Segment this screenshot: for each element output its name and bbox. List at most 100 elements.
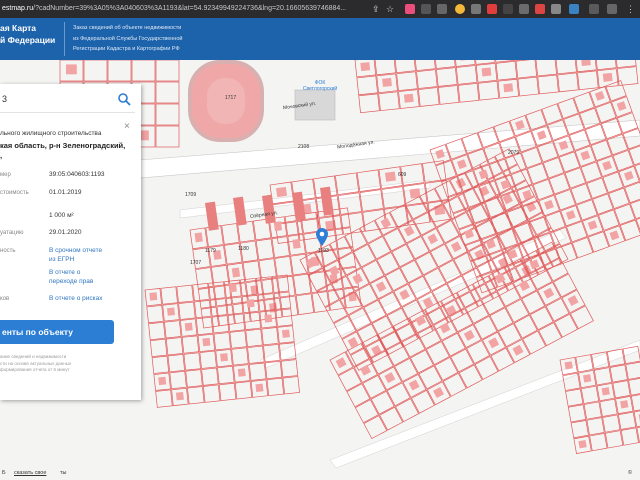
parcel-outline[interactable] [481, 196, 505, 220]
extension-icon-13[interactable] [607, 4, 617, 14]
parcel-outline[interactable] [441, 332, 466, 357]
parcel-outline[interactable] [617, 411, 637, 430]
parcel-outline[interactable] [612, 380, 631, 399]
parcel-outline[interactable] [565, 388, 584, 407]
parcel-label-e[interactable]: 2079 [508, 150, 519, 156]
extension-icon-1[interactable] [405, 4, 415, 14]
parcel-label-c[interactable]: 1707 [190, 260, 201, 266]
parcel-outline[interactable] [148, 321, 166, 341]
parcel-outline[interactable] [203, 384, 221, 403]
parcel-outline[interactable] [386, 382, 411, 407]
parcel-outline[interactable] [535, 60, 557, 77]
parcel-outline[interactable] [477, 80, 500, 101]
parcel-outline[interactable] [379, 406, 404, 431]
parcel-outline[interactable] [383, 228, 407, 252]
parcel-outline[interactable] [395, 398, 420, 423]
parcel-outline[interactable] [213, 284, 233, 307]
parcel-outline[interactable] [266, 377, 285, 397]
parcel-label-a[interactable]: 1709 [185, 192, 196, 198]
parcel-outline[interactable] [586, 417, 605, 436]
risk-report-link[interactable]: В отчете о рисках [49, 295, 102, 304]
parcel-outline[interactable] [218, 382, 237, 402]
parcel-label-g[interactable]: 1179 [205, 248, 216, 254]
cadastral-search-bar[interactable]: 3 [0, 86, 135, 113]
parcel-outline[interactable] [165, 337, 184, 356]
parcel-outline[interactable] [473, 315, 498, 340]
extension-icon-12[interactable] [589, 4, 599, 14]
parcel-outline[interactable] [231, 347, 249, 366]
parcel-outline[interactable] [280, 359, 299, 378]
parcel-outline[interactable] [211, 315, 230, 334]
parcel-outline[interactable] [416, 69, 438, 89]
transfer-report-link[interactable]: В отчете о переходе прав [49, 269, 109, 286]
parcel-outline[interactable] [425, 341, 450, 366]
parcel-outline[interactable] [358, 93, 380, 114]
parcel-outline[interactable] [353, 243, 377, 268]
parcel-outline[interactable] [616, 66, 639, 86]
parcel-label-selected[interactable]: 1193 [318, 248, 329, 254]
parcel-outline[interactable] [183, 352, 201, 371]
parcel-outline[interactable] [279, 295, 299, 318]
parcel-outline[interactable] [155, 60, 180, 82]
parcel-outline[interactable] [169, 370, 187, 390]
parcel-outline[interactable] [394, 60, 416, 74]
parcel-outline[interactable] [149, 338, 168, 358]
parcel-outline[interactable] [378, 91, 400, 112]
parcel-outline[interactable] [234, 381, 253, 400]
parcel-outline[interactable] [164, 320, 182, 339]
parcel-outline[interactable] [225, 296, 244, 315]
parcel-label-b[interactable]: 1717 [225, 95, 236, 101]
menu-icon[interactable]: ⋮ [626, 3, 635, 15]
extension-icon-2[interactable] [421, 4, 431, 14]
parcel-outline[interactable] [155, 81, 180, 104]
parcel-outline[interactable] [201, 367, 219, 386]
parcel-outline[interactable] [83, 60, 108, 82]
parcel-outline[interactable] [436, 67, 458, 87]
parcel-outline[interactable] [411, 389, 435, 414]
parcel-outline[interactable] [213, 332, 231, 351]
parcel-outline[interactable] [199, 350, 217, 369]
parcel-outline[interactable] [277, 275, 296, 298]
parcel-outline[interactable] [522, 330, 547, 355]
parcel-outline[interactable] [155, 389, 173, 408]
search-icon[interactable] [117, 92, 131, 106]
parcel-outline[interactable] [255, 238, 275, 261]
parcel-outline[interactable] [538, 322, 563, 347]
parcel-outline[interactable] [167, 354, 185, 373]
parcel-outline[interactable] [187, 386, 205, 405]
parcel-outline[interactable] [176, 284, 194, 303]
parcel-outline[interactable] [602, 414, 621, 433]
parcel-outline[interactable] [160, 286, 178, 305]
parcel-outline[interactable] [505, 298, 530, 323]
parcel-outline[interactable] [346, 383, 371, 408]
parcel-outline[interactable] [489, 307, 514, 332]
parcel-outline[interactable] [316, 283, 340, 308]
parcel-outline[interactable] [434, 60, 456, 69]
close-icon[interactable]: × [124, 122, 130, 132]
parcel-outline[interactable] [337, 367, 362, 392]
parcel-outline[interactable] [605, 430, 624, 449]
parcel-outline[interactable] [399, 259, 423, 284]
parcel-outline[interactable] [418, 365, 443, 390]
parcel-outline[interactable] [629, 197, 640, 220]
parcel-outline[interactable] [178, 301, 196, 320]
extension-icon-8[interactable] [519, 4, 529, 14]
parcel-outline[interactable] [625, 361, 640, 380]
address-bar[interactable]: estmap.ru/?cadNumber=39%3A05%3A040603%3A… [0, 0, 367, 18]
parcel-outline[interactable] [458, 364, 483, 389]
parcel-outline[interactable] [583, 401, 602, 420]
extension-icon-9[interactable] [535, 4, 545, 14]
parcel-outline[interactable] [474, 355, 499, 380]
parcel-outline[interactable] [450, 348, 475, 373]
parcel-outline[interactable] [490, 347, 515, 372]
parcel-outline[interactable] [368, 235, 392, 260]
parcel-outline[interactable] [155, 103, 180, 126]
share-icon[interactable]: ⇪ [372, 3, 380, 15]
parcel-outline[interactable] [615, 60, 637, 69]
parcel-outline[interactable] [131, 60, 156, 82]
parcel-outline[interactable] [599, 398, 618, 417]
parcel-outline[interactable] [354, 399, 379, 424]
extension-icon-7[interactable] [503, 4, 513, 14]
parcel-label-d[interactable]: 2108 [298, 144, 309, 150]
parcel-outline[interactable] [628, 377, 640, 396]
